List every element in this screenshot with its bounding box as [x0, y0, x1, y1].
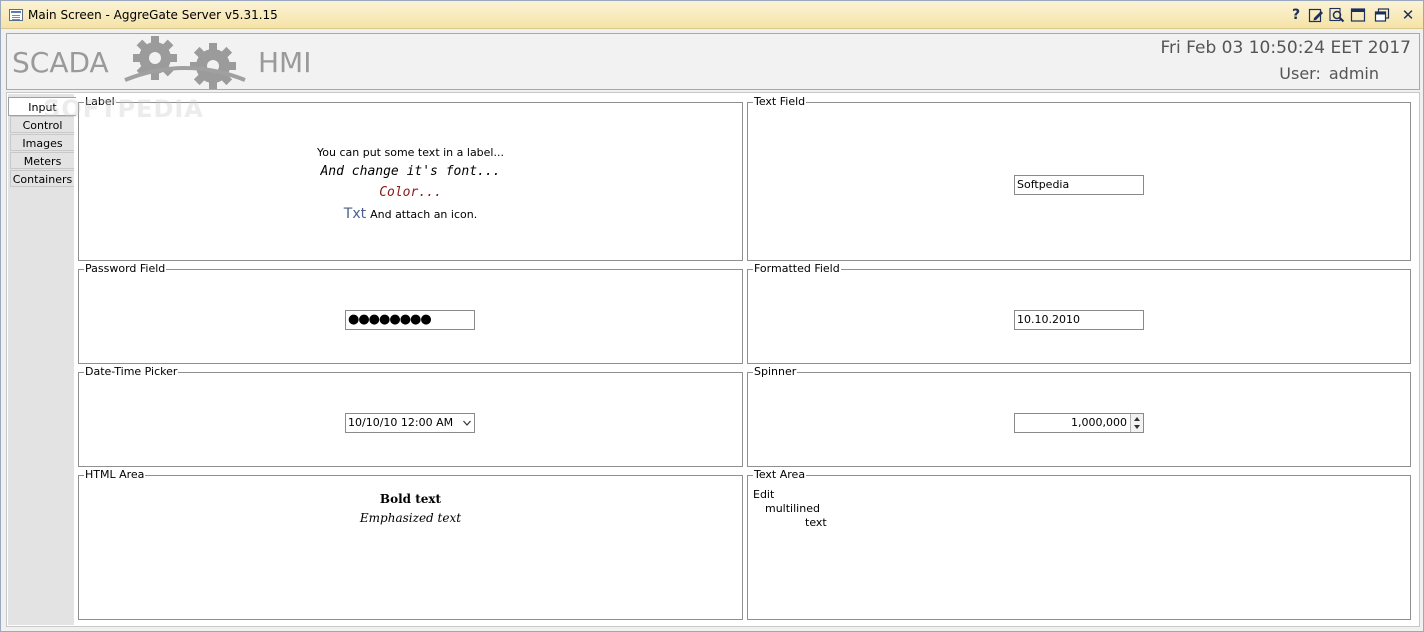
maximize-icon[interactable]	[1349, 6, 1367, 24]
spinner-buttons	[1130, 414, 1143, 432]
tab-images[interactable]: Images	[10, 134, 74, 151]
text-field-panel-title: Text Field	[753, 95, 807, 108]
label-panel: Label You can put some text in a label..…	[78, 95, 743, 261]
txt-icon: Txt	[343, 206, 367, 222]
html-emphasized-text: Emphasized text	[359, 511, 462, 525]
text-area-line-2[interactable]: multilined	[765, 502, 820, 515]
help-icon[interactable]: ?	[1287, 6, 1305, 24]
tab-meters[interactable]: Meters	[10, 152, 74, 169]
header-datetime: Fri Feb 03 10:50:24 EET 2017	[1160, 38, 1411, 58]
label-font-text: And change it's font...	[320, 164, 501, 179]
spinner-input[interactable]: 1,000,000	[1014, 413, 1144, 433]
watermark: SOFTPEDIA	[43, 95, 204, 123]
text-field-input[interactable]: Softpedia	[1014, 175, 1144, 195]
html-area-panel: HTML Area Bold text Emphasized text	[78, 468, 743, 620]
spinner-panel-title: Spinner	[753, 365, 798, 378]
datetime-picker-panel: Date-Time Picker 10/10/10 12:00 AM	[78, 365, 743, 467]
html-bold-text: Bold text	[379, 492, 442, 506]
chevron-down-icon[interactable]	[463, 419, 471, 427]
formatted-field-panel-title: Formatted Field	[753, 262, 841, 275]
formatted-input[interactable]: 10.10.2010	[1014, 310, 1144, 330]
text-field-panel: Text Field Softpedia	[747, 95, 1411, 261]
text-area-panel-title: Text Area	[753, 468, 807, 481]
window-title: Main Screen - AggreGate Server v5.31.15	[28, 8, 278, 22]
header-user: User: admin	[1279, 64, 1379, 83]
datetime-picker-dropdown[interactable]: 10/10/10 12:00 AM	[345, 413, 475, 433]
close-icon[interactable]: ✕	[1399, 6, 1417, 24]
content-area: Input Control Images Meters Containers L…	[6, 92, 1420, 627]
gears-logo-icon	[115, 36, 255, 93]
text-area-line-3[interactable]: text	[805, 516, 827, 529]
logo-hmi-text: HMI	[258, 46, 312, 79]
edit-icon[interactable]	[1307, 6, 1325, 24]
formatted-field-panel: Formatted Field 10.10.2010	[747, 262, 1411, 364]
label-icon-text: And attach an icon.	[370, 208, 478, 221]
html-area-panel-title: HTML Area	[84, 468, 146, 481]
spinner-panel: Spinner 1,000,000	[747, 365, 1411, 467]
text-area-line-1[interactable]: Edit	[753, 488, 774, 501]
text-area-panel: Text Area Edit multilined text	[747, 468, 1411, 620]
app-header: SCADA HMI Fri Feb 03 10:50:24 EET 2017 U…	[6, 33, 1420, 90]
spinner-down-icon[interactable]	[1134, 425, 1140, 429]
datetime-value: 10/10/10 12:00 AM	[348, 416, 454, 429]
password-field-panel-title: Password Field	[84, 262, 167, 275]
label-plain-text: You can put some text in a label...	[317, 146, 504, 159]
logo-scada-text: SCADA	[12, 46, 109, 79]
search-icon[interactable]	[1328, 6, 1346, 24]
label-icon-row: Txt And attach an icon.	[79, 206, 742, 222]
spinner-value: 1,000,000	[1071, 416, 1127, 429]
spinner-up-icon[interactable]	[1134, 417, 1140, 421]
sidebar: Input Control Images Meters Containers	[8, 94, 76, 625]
main-window: Main Screen - AggreGate Server v5.31.15 …	[0, 0, 1424, 632]
app-window-icon	[9, 9, 23, 21]
user-label: User:	[1279, 64, 1321, 83]
password-field-panel: Password Field ●●●●●●●●	[78, 262, 743, 364]
tab-containers[interactable]: Containers	[10, 170, 74, 187]
restore-icon[interactable]	[1373, 6, 1391, 24]
label-color-text: Color...	[379, 185, 442, 200]
password-input[interactable]: ●●●●●●●●	[345, 310, 475, 330]
user-name: admin	[1328, 64, 1379, 83]
title-bar: Main Screen - AggreGate Server v5.31.15 …	[1, 1, 1423, 29]
datetime-picker-panel-title: Date-Time Picker	[84, 365, 179, 378]
